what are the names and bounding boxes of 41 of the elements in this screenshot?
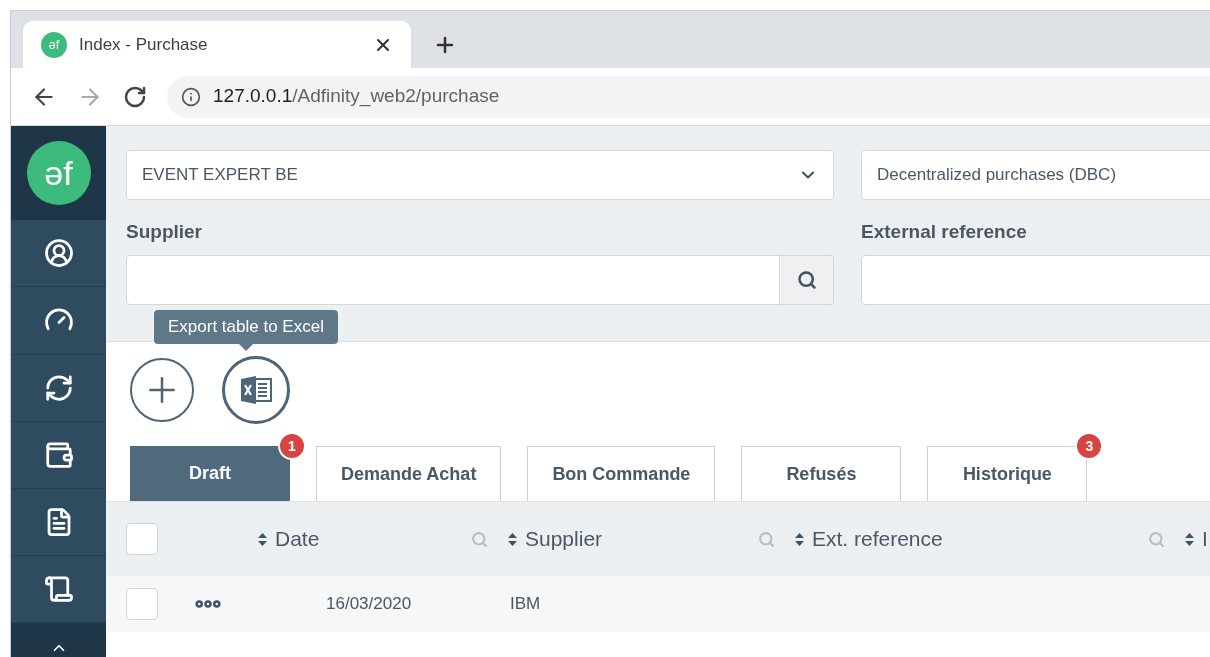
tab-title: Index - Purchase xyxy=(79,33,209,56)
tooltip: Export table to Excel xyxy=(154,310,338,351)
add-button[interactable] xyxy=(130,358,194,422)
table-cell: 16/03/2020 xyxy=(326,594,412,614)
refresh-icon xyxy=(43,372,74,403)
checkbox[interactable] xyxy=(126,523,158,555)
browser-tab[interactable]: əf Index - Purchase xyxy=(23,21,411,68)
column-header[interactable]: Date xyxy=(275,523,463,555)
excel-icon xyxy=(239,375,273,405)
tab[interactable]: Bon Commande xyxy=(527,446,716,501)
company-select[interactable]: EVENT EXPERT BE xyxy=(126,150,834,200)
search-button[interactable] xyxy=(780,254,834,305)
tab[interactable]: Refusés xyxy=(741,446,902,501)
table-row[interactable]: 16/03/2020 IBM xyxy=(106,576,1210,632)
column-header[interactable]: I xyxy=(1202,523,1210,555)
tab[interactable]: Demande Achat xyxy=(316,446,502,501)
reload-icon[interactable] xyxy=(123,84,147,109)
column-header[interactable]: Ext. reference xyxy=(812,523,1140,555)
sort-icon[interactable] xyxy=(1185,532,1194,546)
scroll-icon xyxy=(43,573,74,604)
wallet-icon xyxy=(43,439,74,470)
tab[interactable]: Draft xyxy=(130,446,290,501)
checkbox[interactable] xyxy=(126,588,158,620)
url-text: 127.0.0.1/Adfinity_web2/purchase xyxy=(213,84,500,109)
sort-icon[interactable] xyxy=(508,532,517,546)
favicon: əf xyxy=(41,31,67,58)
search-icon xyxy=(796,269,817,290)
field-label: External reference xyxy=(861,220,1028,244)
sort-icon[interactable] xyxy=(258,532,267,546)
info-icon xyxy=(181,86,201,107)
table-cell: IBM xyxy=(510,594,541,614)
field-label: Supplier xyxy=(126,220,203,244)
external-reference-field[interactable] xyxy=(861,254,1210,305)
journal-select[interactable]: Decentralized purchases (DBC) xyxy=(861,150,1210,200)
user-icon xyxy=(43,238,74,269)
count-badge: 3 xyxy=(1075,432,1104,460)
supplier-field[interactable] xyxy=(126,254,780,305)
column-header[interactable]: Supplier xyxy=(525,523,750,555)
address-field[interactable]: 127.0.0.1/Adfinity_web2/purchase xyxy=(167,75,1210,118)
sort-icon[interactable] xyxy=(795,532,804,546)
count-badge: 1 xyxy=(278,432,306,460)
